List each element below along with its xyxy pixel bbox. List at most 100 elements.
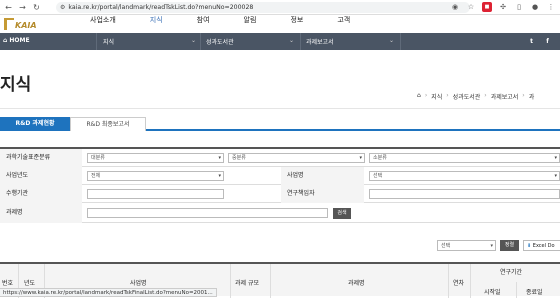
col-header-program: 사업명 [130, 280, 147, 287]
breadcrumb-item[interactable]: 과 [529, 92, 535, 101]
address-bar[interactable]: ⚙ kaia.re.kr/portal/landmark/readTskList… [56, 2, 470, 13]
field-label: 과학기술표준분류 [0, 149, 82, 167]
gnb-item-knowledge[interactable]: 지식 [103, 37, 114, 47]
col-header-scale: 과제 규모 [235, 280, 259, 287]
divider [270, 264, 271, 298]
field-label: 과제명 [0, 203, 82, 223]
chevron-down-icon: ▾ [554, 155, 557, 161]
select-value: 선택 [441, 243, 451, 249]
chevron-down-icon[interactable]: ⌄ [191, 37, 196, 47]
divider [448, 264, 449, 298]
star-icon[interactable]: ☆ [466, 2, 476, 12]
divider [470, 264, 471, 298]
form-row-org: 수행기관 연구책임자 [0, 185, 560, 203]
sort-button[interactable]: 정렬 [500, 240, 519, 251]
field-label: 사업년도 [0, 167, 82, 185]
browser-toolbar: ← → ↻ ⚙ kaia.re.kr/portal/landmark/readT… [0, 0, 560, 15]
org-input[interactable] [87, 189, 224, 199]
category-major-select[interactable]: 대분류 ▾ [87, 153, 224, 163]
gnb-item-library[interactable]: 성과도서관 [206, 37, 234, 47]
profile-icon[interactable]: ● [530, 2, 540, 12]
chevron-down-icon: ▾ [359, 155, 362, 161]
browser-actions: ◉ ☆ ■ ✣ ▯ ● ⋮ [450, 2, 556, 12]
program-select[interactable]: 선택 ▾ [369, 171, 560, 181]
excel-download-button[interactable]: ⬇ Excel Do [523, 240, 560, 251]
col-header-phase: 연차 [453, 280, 465, 287]
tab-final-report[interactable]: R&D 최종보고서 [70, 117, 146, 131]
facebook-icon[interactable]: f [542, 36, 553, 47]
chevron-right-icon: › [522, 92, 525, 99]
divider [300, 33, 301, 50]
extension-icon[interactable]: ■ [482, 2, 492, 12]
chevron-right-icon: › [484, 92, 487, 99]
field-label: 사업명 [281, 167, 364, 185]
reload-icon[interactable]: ↻ [31, 2, 42, 13]
top-menu-item[interactable]: 알림 [244, 15, 257, 23]
year-select[interactable]: 전체 ▾ [87, 171, 224, 181]
category-minor-select[interactable]: 소분류 ▾ [369, 153, 560, 163]
chevron-down-icon[interactable]: ⌄ [389, 37, 394, 47]
top-menu-item[interactable]: 고객 [337, 15, 350, 23]
top-menu-item[interactable]: 사업소개 [90, 15, 116, 23]
chevron-right-icon: › [424, 92, 428, 99]
chevron-down-icon[interactable]: ⌄ [289, 37, 294, 47]
divider [0, 108, 560, 109]
select-value: 선택 [373, 173, 383, 179]
field-label: 수행기관 [0, 185, 82, 203]
tab-project-status[interactable]: R&D 과제현황 [0, 117, 70, 131]
home-icon[interactable]: ⌂ [417, 92, 421, 101]
top-menu-item-active[interactable]: 지식 [150, 15, 163, 23]
divider [400, 33, 401, 50]
top-menu-item[interactable]: 참여 [197, 15, 210, 23]
menu-icon[interactable]: ⋮ [546, 2, 556, 12]
form-row-classification: 과학기술표준분류 대분류 ▾ 중분류 ▾ 소분류 ▾ [0, 149, 560, 167]
title-input[interactable] [87, 208, 328, 218]
page-title: 지식 [0, 75, 32, 95]
divider [230, 264, 231, 298]
form-row-title: 과제명 검색 [0, 203, 560, 223]
chevron-right-icon: › [446, 92, 449, 99]
home-link[interactable]: ⌂ HOME [3, 37, 30, 44]
url-text: kaia.re.kr/portal/landmark/readTskList.d… [68, 4, 254, 11]
gnb-item-report[interactable]: 과제보고서 [306, 37, 334, 47]
sidebar-icon[interactable]: ▯ [514, 2, 524, 12]
chevron-down-icon: ▾ [490, 243, 493, 249]
divider [200, 33, 201, 50]
home-label: HOME [9, 37, 30, 44]
sort-select[interactable]: 선택 ▾ [437, 240, 496, 251]
arrow-left-icon[interactable]: ← [3, 2, 14, 13]
twitter-icon[interactable]: t [526, 36, 537, 47]
col-header-period: 연구기간 [500, 269, 523, 276]
form-row-year: 사업년도 전체 ▾ 사업명 선택 ▾ [0, 167, 560, 185]
logo[interactable]: KAIA [4, 18, 38, 32]
top-menu: 사업소개 지식 참여 알림 정보 고객 [90, 15, 350, 23]
breadcrumb-item[interactable]: 지식 [431, 92, 442, 101]
divider [96, 33, 97, 50]
location-bar: ⌂ HOME 지식 ⌄ 성과도서관 ⌄ 과제보고서 ⌄ t f [0, 33, 560, 50]
logo-text: KAIA [15, 21, 37, 30]
search-button[interactable]: 검색 [333, 208, 351, 219]
top-menu-item[interactable]: 정보 [290, 15, 303, 23]
logo-mark [4, 18, 14, 30]
puzzle-icon[interactable]: ✣ [498, 2, 508, 12]
select-value: 중분류 [232, 155, 246, 161]
field-label: 연구책임자 [281, 185, 364, 203]
researcher-input[interactable] [369, 189, 560, 199]
arrow-right-icon[interactable]: → [17, 2, 28, 13]
breadcrumb-item[interactable]: 성과도서관 [453, 92, 481, 101]
tab-bar: R&D 과제현황 R&D 최종보고서 [0, 117, 560, 131]
chevron-down-icon: ▾ [554, 173, 557, 179]
col-header-no: 번호 [2, 280, 14, 287]
chevron-down-icon: ▾ [218, 155, 221, 161]
breadcrumb: ⌂ › 지식 › 성과도서관 › 과제보고서 › 과 [417, 92, 534, 101]
eye-icon[interactable]: ◉ [450, 2, 460, 12]
category-middle-select[interactable]: 중분류 ▾ [228, 153, 365, 163]
site-header: KAIA 사업소개 지식 참여 알림 정보 고객 [0, 15, 560, 33]
search-form: 과학기술표준분류 대분류 ▾ 중분류 ▾ 소분류 ▾ 사업년도 전체 ▾ 사업명 선택 ▾… [0, 147, 560, 223]
list-tools: 선택 ▾ 정렬 ⬇ Excel Do [0, 240, 560, 252]
breadcrumb-item[interactable]: 과제보고서 [491, 92, 519, 101]
site-info-icon[interactable]: ⚙ [60, 4, 65, 11]
select-value: 소분류 [373, 155, 387, 161]
col-header-start: 시작일 [484, 289, 501, 296]
col-header-year: 년도 [24, 280, 36, 287]
